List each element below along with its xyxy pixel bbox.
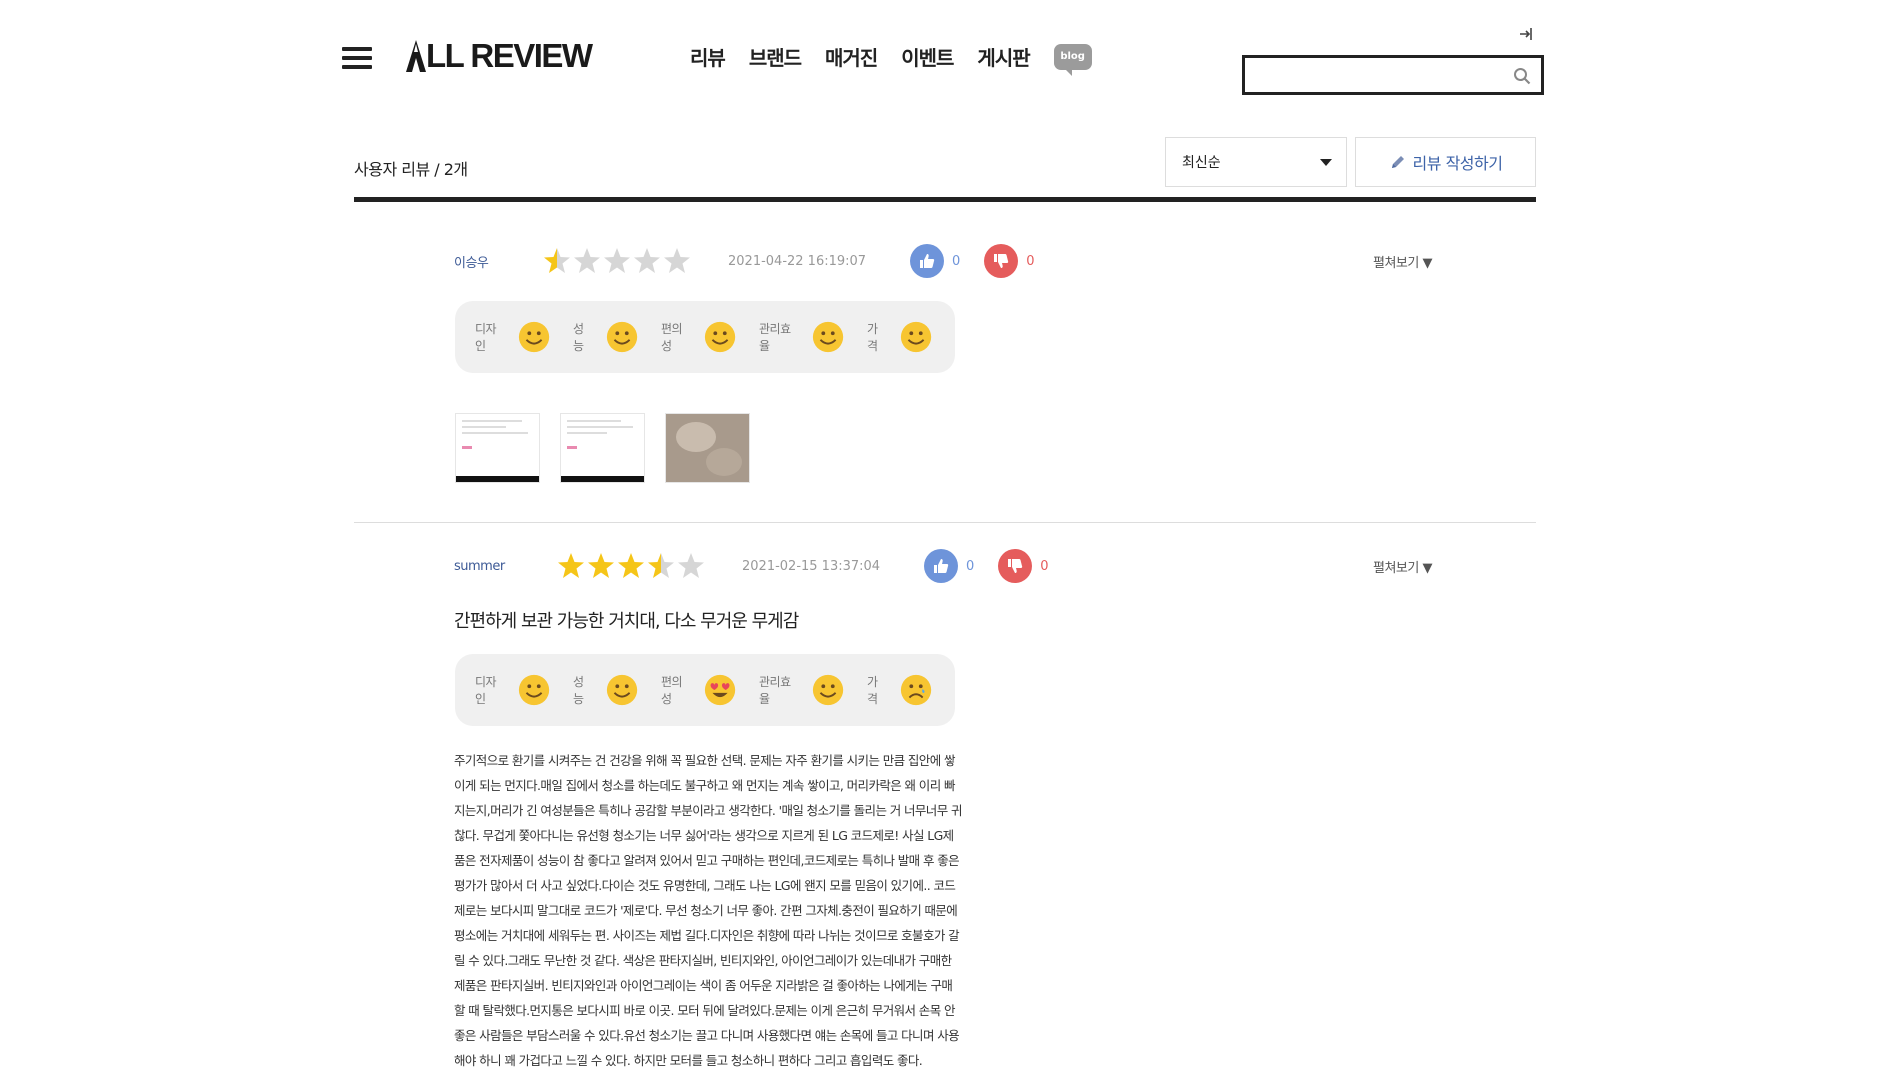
review-body-text: 주기적으로 환기를 시켜주는 건 건강을 위해 꼭 필요한 선택. 문제는 자주… <box>454 753 962 1068</box>
like-vote: 0 <box>910 244 960 278</box>
rating-label-maintenance: 관리효율 <box>758 322 791 353</box>
thumbs-up-icon <box>920 254 935 268</box>
chevron-down-icon <box>1320 159 1332 166</box>
star-empty-icon <box>604 248 630 273</box>
smile-face-icon <box>812 674 844 706</box>
logo-a-mark <box>406 40 426 72</box>
rating-label-convenience: 편의성 <box>661 322 683 353</box>
star-half-icon <box>544 248 570 273</box>
sort-select[interactable]: 최신순 <box>1165 137 1347 187</box>
thumbs-down-button[interactable] <box>998 549 1033 583</box>
like-count: 0 <box>966 558 975 574</box>
smile-face-icon <box>606 321 638 353</box>
review-meta: 이승우 2021-04-22 16:19:07 0 0 <box>454 244 1035 278</box>
sort-selected-label: 최신순 <box>1182 155 1221 171</box>
rating-label-price: 가격 <box>866 675 878 706</box>
category-ratings: 디자인 성능 편의성 관리효율 가격 <box>455 654 955 726</box>
divider <box>354 522 1536 523</box>
rating-label-performance: 성능 <box>572 675 584 706</box>
category-ratings: 디자인 성능 편의성 관리효율 가격 <box>455 301 955 373</box>
dislike-count: 0 <box>1026 253 1035 269</box>
star-empty-icon <box>634 248 660 273</box>
star-full-icon <box>558 553 584 578</box>
nav-item-brand[interactable]: 브랜드 <box>749 42 802 71</box>
thumbs-up-button[interactable] <box>924 549 958 583</box>
expand-toggle[interactable]: 펼쳐보기 ▼ <box>1373 252 1432 271</box>
heart-eyes-face-icon <box>704 674 736 706</box>
logo-text: LL REVIEW <box>426 37 593 74</box>
thumbs-up-icon <box>934 559 949 573</box>
site-logo[interactable]: LL REVIEW <box>404 37 593 74</box>
login-icon[interactable] <box>1518 26 1534 42</box>
review-author[interactable]: 이승우 <box>454 252 542 271</box>
rating-label-design: 디자인 <box>475 675 497 706</box>
review-date: 2021-02-15 13:37:04 <box>742 558 881 574</box>
write-review-label: 리뷰 작성하기 <box>1412 154 1503 173</box>
pencil-icon <box>1391 156 1404 168</box>
star-empty-icon <box>574 248 600 273</box>
review-image-thumbnail[interactable] <box>455 413 540 483</box>
star-empty-icon <box>678 553 704 578</box>
thumbs-down-button[interactable] <box>984 244 1019 278</box>
menu-icon[interactable] <box>342 47 372 69</box>
review-meta: summer 2021-02-15 13:37:04 0 0 <box>454 549 1049 583</box>
nav-item-board[interactable]: 게시판 <box>977 42 1030 71</box>
nav-item-magazine[interactable]: 매거진 <box>825 42 878 71</box>
smile-face-icon <box>518 674 550 706</box>
rating-label-convenience: 편의성 <box>661 675 683 706</box>
star-full-icon <box>618 553 644 578</box>
smile-face-icon <box>812 321 844 353</box>
blog-button[interactable]: blog <box>1053 43 1092 76</box>
review-image-thumbnail[interactable] <box>560 413 645 483</box>
smile-face-icon <box>518 321 550 353</box>
search-box <box>1242 55 1544 95</box>
star-rating <box>556 551 706 581</box>
sad-face-icon <box>900 674 932 706</box>
star-rating <box>542 246 692 276</box>
star-full-icon <box>588 553 614 578</box>
like-vote: 0 <box>924 549 974 583</box>
thumbs-down-icon <box>994 254 1009 268</box>
search-input[interactable] <box>1253 58 1493 92</box>
review-image-list <box>455 413 770 483</box>
rating-label-price: 가격 <box>866 322 878 353</box>
dislike-count: 0 <box>1040 558 1049 574</box>
review-count-title: 사용자 리뷰 / 2개 <box>354 160 468 179</box>
rating-label-maintenance: 관리효율 <box>758 675 791 706</box>
smile-face-icon <box>900 321 932 353</box>
nav-item-review[interactable]: 리뷰 <box>690 42 726 71</box>
dislike-vote: 0 <box>984 244 1035 278</box>
like-count: 0 <box>952 253 961 269</box>
search-icon[interactable] <box>1513 67 1531 85</box>
write-review-button[interactable]: 리뷰 작성하기 <box>1355 137 1536 187</box>
smile-face-icon <box>606 674 638 706</box>
review-image-thumbnail[interactable] <box>665 413 750 483</box>
expand-toggle[interactable]: 펼쳐보기 ▼ <box>1373 557 1432 576</box>
site-header: LL REVIEW 리뷰 브랜드 매거진 이벤트 게시판 blog <box>0 0 1878 110</box>
star-half-icon <box>648 553 674 578</box>
rating-label-design: 디자인 <box>475 322 497 353</box>
rating-label-performance: 성능 <box>572 322 584 353</box>
nav-item-event[interactable]: 이벤트 <box>901 42 954 71</box>
review-title: 간편하게 보관 가능한 거치대, 다소 무거운 무게감 <box>454 611 799 632</box>
review-author[interactable]: summer <box>454 559 556 574</box>
thumbs-down-icon <box>1008 559 1023 573</box>
thumbs-up-button[interactable] <box>910 244 944 278</box>
dislike-vote: 0 <box>998 549 1049 583</box>
smile-face-icon <box>704 321 736 353</box>
main-nav: 리뷰 브랜드 매거진 이벤트 게시판 blog <box>690 42 1092 76</box>
review-date: 2021-04-22 16:19:07 <box>728 253 867 269</box>
divider <box>354 197 1536 202</box>
star-empty-icon <box>664 248 690 273</box>
